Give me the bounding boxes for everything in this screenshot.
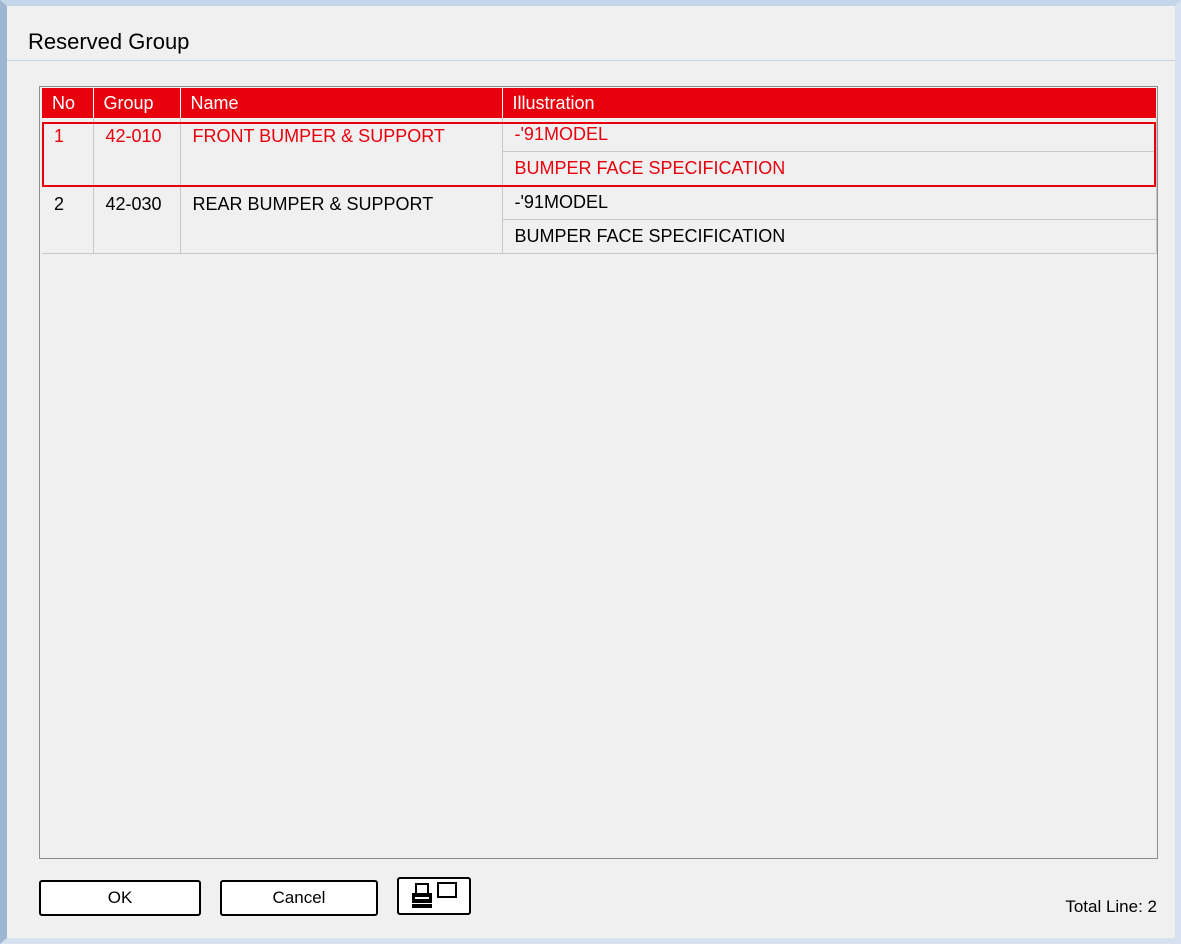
- row-no: 2: [42, 185, 94, 254]
- total-line-count: Total Line: 2: [1065, 897, 1157, 916]
- table-row[interactable]: 2 42-030 REAR BUMPER & SUPPORT -'91MODEL: [42, 185, 1157, 254]
- row-illustration[interactable]: -'91MODEL: [502, 118, 1157, 152]
- row-group: 42-010: [93, 118, 181, 186]
- row-illustration[interactable]: BUMPER FACE SPECIFICATION: [502, 219, 1157, 254]
- print-preview-button[interactable]: [397, 877, 471, 915]
- print-preview-icon: [404, 880, 464, 912]
- table-row[interactable]: 1 42-010 FRONT BUMPER & SUPPORT -'91MODE…: [42, 118, 1157, 186]
- row-name: FRONT BUMPER & SUPPORT: [180, 118, 503, 186]
- row-no: 1: [42, 118, 94, 186]
- ok-button[interactable]: OK: [39, 880, 201, 916]
- row-name: REAR BUMPER & SUPPORT: [180, 185, 503, 254]
- window-title: Reserved Group: [28, 29, 190, 54]
- reserved-group-list[interactable]: No Group Name Illustration 1 42-010 FRON…: [39, 86, 1158, 859]
- row-group: 42-030: [93, 185, 181, 254]
- column-header-illustration[interactable]: Illustration: [502, 88, 1156, 118]
- group-table: No Group Name Illustration 1 42-010 FRON…: [42, 88, 1157, 254]
- column-header-name[interactable]: Name: [180, 88, 503, 118]
- cancel-button[interactable]: Cancel: [220, 880, 378, 916]
- column-header-group[interactable]: Group: [93, 88, 181, 118]
- column-header-no[interactable]: No: [42, 88, 94, 118]
- row-illustration[interactable]: BUMPER FACE SPECIFICATION: [502, 151, 1157, 186]
- title-bar: Reserved Group: [7, 6, 1175, 61]
- row-illustration[interactable]: -'91MODEL: [502, 185, 1157, 220]
- table-header: No Group Name Illustration: [42, 88, 1156, 118]
